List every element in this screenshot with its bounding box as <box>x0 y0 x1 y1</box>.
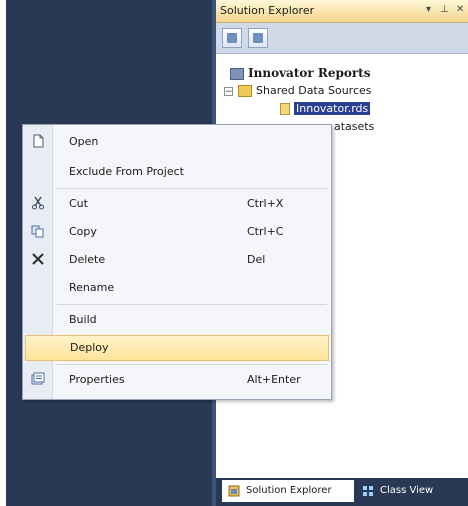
show-all-files-button[interactable] <box>248 28 268 48</box>
menu-shortcut-copy: Ctrl+C <box>247 225 284 238</box>
menu-item-build[interactable]: Build <box>23 307 331 333</box>
menu-label-deploy: Deploy <box>70 341 109 354</box>
menu-item-copy[interactable]: Copy Ctrl+C <box>23 219 331 245</box>
close-icon[interactable]: ✕ <box>456 4 464 15</box>
tree-item-datasource[interactable]: Innovator.rds <box>280 102 371 119</box>
menu-label-open: Open <box>69 135 99 148</box>
menu-item-cut[interactable]: Cut Ctrl+X <box>23 191 331 217</box>
menu-label-exclude: Exclude From Project <box>69 165 184 178</box>
menu-separator <box>57 188 327 189</box>
folder-icon <box>238 85 252 97</box>
cut-icon <box>32 196 44 210</box>
project-icon <box>230 68 244 80</box>
menu-item-exclude-from-project[interactable]: Exclude From Project <box>23 159 331 185</box>
menu-label-delete: Delete <box>69 253 106 266</box>
tab-class-view-label: Class View <box>380 485 434 496</box>
menu-label-rename: Rename <box>69 281 115 294</box>
menu-shortcut-delete: Del <box>247 253 266 266</box>
solution-explorer-toolbar <box>216 23 468 54</box>
class-view-icon <box>363 486 373 496</box>
menu-label-build: Build <box>69 313 97 326</box>
project-label: Innovator Reports <box>248 66 371 80</box>
datasource-label: Innovator.rds <box>294 102 371 115</box>
menu-separator <box>57 304 327 305</box>
properties-icon <box>31 372 45 385</box>
tree-item-project[interactable]: Innovator Reports <box>230 66 370 83</box>
solution-explorer-icon <box>228 485 240 497</box>
folder-label: Shared Data Sources <box>256 84 372 97</box>
collapse-toggle[interactable]: − <box>224 86 233 96</box>
datasource-icon <box>280 103 290 115</box>
tab-class-view[interactable]: Class View <box>356 480 464 502</box>
pin-icon[interactable]: ⊥ <box>440 4 449 15</box>
menu-label-properties: Properties <box>69 373 125 386</box>
properties-toolbar-button[interactable] <box>222 28 242 48</box>
menu-item-properties[interactable]: Properties Alt+Enter <box>23 367 331 393</box>
datasets-label: atasets <box>334 120 375 133</box>
solution-explorer-titlebar: Solution Explorer ▾ ⊥ ✕ <box>216 0 468 23</box>
tree-item-shared-datasets[interactable]: atasets <box>334 120 374 137</box>
tree-item-shared-data-sources[interactable]: − Shared Data Sources <box>224 84 372 101</box>
menu-item-open[interactable]: Open <box>23 129 331 155</box>
delete-icon <box>32 253 44 265</box>
menu-item-delete[interactable]: Delete Del <box>23 247 331 273</box>
solution-explorer-title: Solution Explorer <box>220 4 315 17</box>
menu-shortcut-properties: Alt+Enter <box>247 373 301 386</box>
menu-label-copy: Copy <box>69 225 97 238</box>
tab-solution-explorer[interactable]: Solution Explorer <box>222 480 354 502</box>
dropdown-arrow-icon[interactable]: ▾ <box>426 4 431 15</box>
menu-label-cut: Cut <box>69 197 88 210</box>
bottom-tab-strip: Solution Explorer Class View <box>216 478 468 506</box>
menu-shortcut-cut: Ctrl+X <box>247 197 284 210</box>
menu-item-rename[interactable]: Rename <box>23 275 331 301</box>
context-menu: Open Exclude From Project Cut Ctrl+X Cop… <box>22 124 332 400</box>
menu-item-deploy[interactable]: Deploy <box>25 335 329 361</box>
menu-separator <box>57 364 327 365</box>
open-icon <box>33 134 44 148</box>
copy-icon <box>31 225 44 238</box>
tab-solution-explorer-label: Solution Explorer <box>246 485 332 496</box>
